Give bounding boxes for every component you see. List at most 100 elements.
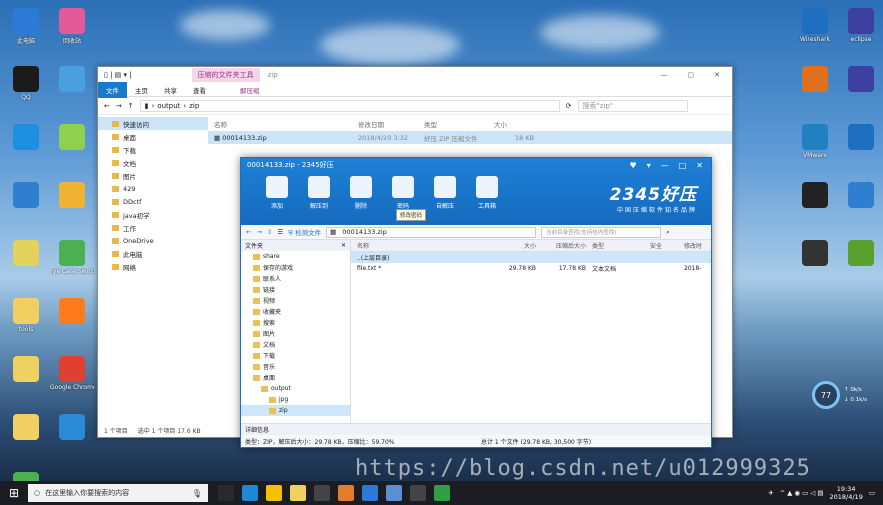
column-date[interactable]: 修改日期 [358, 119, 424, 129]
archiver-search-input[interactable]: 当前目录查找(支持包内查找) [541, 226, 662, 238]
forward-icon[interactable]: → [256, 228, 261, 236]
column-modified[interactable]: 修改时 [684, 241, 711, 250]
explorer-search-input[interactable]: 搜索"zip" [577, 99, 688, 112]
tab-extract[interactable]: 解压缩 [232, 85, 268, 95]
context-tab[interactable]: 压缩的文件夹工具 [191, 68, 260, 82]
microphone-icon[interactable]: 🎙 [192, 489, 208, 498]
desktop-icon[interactable] [839, 240, 883, 268]
nav-item[interactable]: 此电脑 [98, 247, 208, 260]
breadcrumb-zip[interactable]: zip [189, 102, 199, 110]
tree-item[interactable]: 音乐 [241, 361, 350, 372]
desktop-icon[interactable] [50, 124, 94, 152]
column-security[interactable]: 安全 [650, 241, 684, 250]
desktop-icon[interactable] [793, 182, 837, 210]
column-size[interactable]: 大小 [494, 119, 534, 129]
column-packed[interactable]: 压缩后大小 [536, 241, 586, 250]
desktop-icon[interactable]: Wireshark [793, 8, 837, 43]
check-file-button[interactable]: ⛨ 检测文件 [288, 227, 321, 238]
address-path[interactable]: ▮ › output › zip [139, 99, 560, 112]
nav-item[interactable]: OneDrive [98, 234, 208, 247]
nav-item[interactable]: DDctf [98, 195, 208, 208]
tree-item[interactable]: 图片 [241, 328, 350, 339]
tab-file[interactable]: 文件 [98, 81, 127, 98]
desktop-icon[interactable] [4, 356, 48, 384]
close-tree-icon[interactable]: ✕ [341, 242, 346, 249]
nav-item[interactable]: 网络 [98, 260, 208, 273]
taskbar-app-icon[interactable] [434, 485, 450, 501]
tool-button[interactable]: 工具箱 [471, 176, 503, 210]
desktop-icon[interactable] [4, 240, 48, 268]
breadcrumb-output[interactable]: output [157, 102, 180, 110]
search-icon[interactable]: ⌕ [666, 228, 670, 237]
up-icon[interactable]: ⇧ [267, 228, 272, 236]
tool-button[interactable]: 自解压 [429, 176, 461, 210]
back-icon[interactable]: ← [104, 102, 110, 110]
desktop-icon[interactable] [50, 414, 94, 442]
archive-row[interactable]: ..(上层目录) [351, 252, 711, 263]
skin-icon[interactable]: ♥ [630, 161, 637, 170]
tree-item[interactable]: 文档 [241, 339, 350, 350]
taskbar-app-icon[interactable] [218, 485, 234, 501]
close-icon[interactable]: ✕ [714, 71, 720, 79]
detail-panel[interactable]: 详细信息 [241, 423, 711, 435]
quick-access-toolbar[interactable]: ▯ | ▤ ▾ | [104, 71, 132, 79]
nav-item[interactable]: java初学 [98, 208, 208, 221]
view-icon[interactable]: ☰ [277, 228, 283, 236]
person-icon[interactable]: ✈ [768, 489, 773, 497]
desktop-icon[interactable] [793, 240, 837, 268]
nav-item[interactable]: 快速访问 [98, 117, 208, 130]
tree-item[interactable]: 桌面 [241, 372, 350, 383]
desktop-icon[interactable] [50, 66, 94, 94]
taskbar-app-icon[interactable] [386, 485, 402, 501]
taskbar-app-icon[interactable] [290, 485, 306, 501]
maximize-icon[interactable]: □ [679, 161, 687, 170]
archive-row[interactable]: file.txt * 29.78 KB 17.78 KB 文本文档 2018- [351, 263, 711, 274]
taskbar-app-icon[interactable] [242, 485, 258, 501]
clock[interactable]: 19:34 2018/4/19 [830, 485, 863, 501]
desktop-icon[interactable] [4, 182, 48, 210]
taskbar-app-icon[interactable] [338, 485, 354, 501]
desktop-icon[interactable]: Google Chrome [50, 356, 94, 391]
desktop-icon[interactable] [50, 182, 94, 210]
desktop-icon[interactable]: 此电脑 [4, 8, 48, 45]
taskbar-search[interactable]: ○ 在这里输入你要搜索的内容 🎙 [28, 484, 208, 502]
taskbar-app-icon[interactable] [266, 485, 282, 501]
tab-home[interactable]: 主页 [127, 85, 156, 95]
start-button[interactable]: ⊞ [0, 486, 28, 500]
tab-view[interactable]: 查看 [185, 85, 214, 95]
nav-item[interactable]: 图片 [98, 169, 208, 182]
tree-item[interactable]: jpg [241, 394, 350, 405]
minimize-icon[interactable]: — [661, 71, 668, 79]
desktop-icon[interactable]: tools [4, 298, 48, 333]
maximize-icon[interactable]: ▢ [688, 71, 695, 79]
up-icon[interactable]: ↑ [128, 102, 134, 110]
close-icon[interactable]: ✕ [696, 161, 703, 170]
tree-item[interactable]: 下载 [241, 350, 350, 361]
taskbar-app-icon[interactable] [314, 485, 330, 501]
tree-item[interactable]: 保存的游戏 [241, 262, 350, 273]
column-type[interactable]: 类型 [586, 241, 650, 250]
tool-button[interactable]: 添加 [261, 176, 293, 210]
nav-item[interactable]: 文档 [98, 156, 208, 169]
network-widget[interactable]: 77 ↑ 0k/s ↓ 0.1k/s [812, 381, 876, 409]
tree-item[interactable]: share [241, 251, 350, 262]
nav-item[interactable]: 桌面 [98, 130, 208, 143]
desktop-icon[interactable]: 回收站 [50, 8, 94, 45]
taskbar-app-icon[interactable] [410, 485, 426, 501]
nav-item[interactable]: 下载 [98, 143, 208, 156]
tool-button[interactable]: 密码 [387, 176, 419, 210]
tree-item[interactable]: 联系人 [241, 273, 350, 284]
desktop-icon[interactable] [839, 66, 883, 94]
tree-item[interactable]: 链接 [241, 284, 350, 295]
tool-button[interactable]: 删除 [345, 176, 377, 210]
taskbar-app-icon[interactable] [362, 485, 378, 501]
archiver-window[interactable]: 00014133.zip - 2345好压 ♥ ▾ — □ ✕ 添加 解压到 删除密… [240, 157, 712, 448]
column-type[interactable]: 类型 [424, 119, 494, 129]
tree-item[interactable]: 视频 [241, 295, 350, 306]
tool-button[interactable]: 解压到 [303, 176, 335, 210]
back-icon[interactable]: ← [246, 228, 251, 236]
tab-share[interactable]: 共享 [156, 85, 185, 95]
archiver-path[interactable]: ▦ 00014133.zip [326, 226, 537, 238]
tree-item[interactable]: zip [241, 405, 350, 416]
desktop-icon[interactable] [4, 414, 48, 442]
